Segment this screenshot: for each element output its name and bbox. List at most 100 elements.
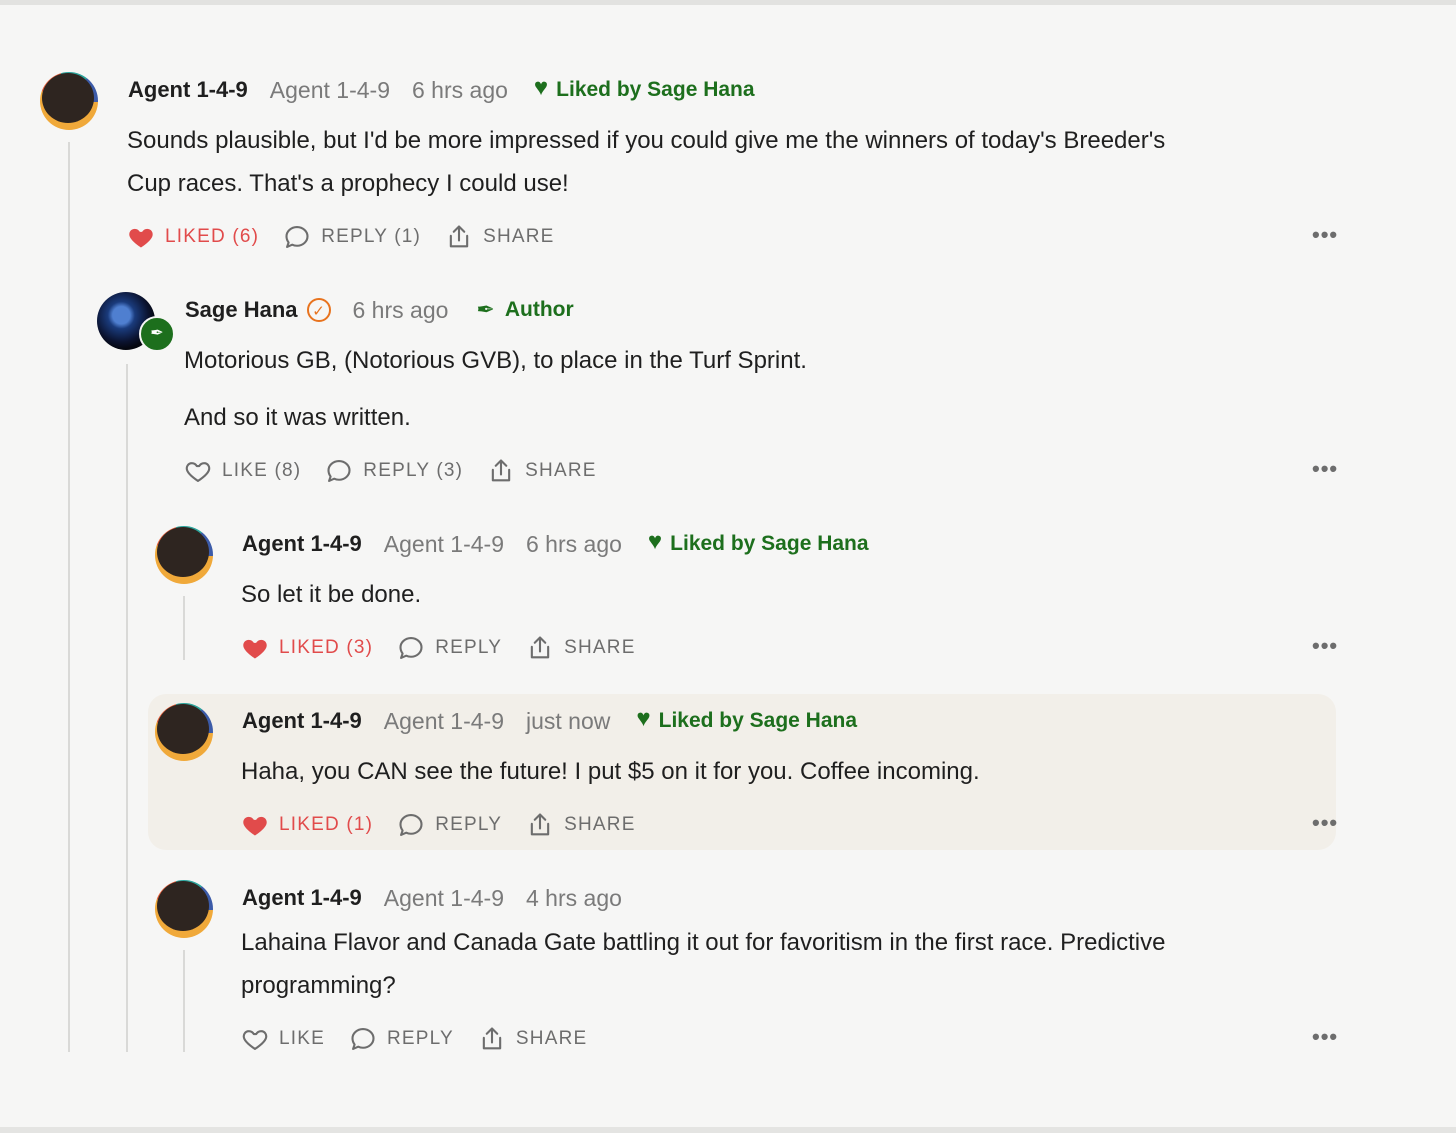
comment-actions: LIKED (3) REPLY SHARE (241, 632, 660, 664)
comment-timestamp[interactable]: 4 hrs ago (526, 885, 622, 912)
more-options-button[interactable]: ••• (1312, 1024, 1338, 1050)
thread-line-comment-5 (183, 950, 185, 1052)
commenter-handle[interactable]: Agent 1-4-9 (384, 885, 504, 912)
comment-text: Haha, you CAN see the future! I put $5 o… (241, 758, 980, 785)
reply-button[interactable]: REPLY (397, 634, 502, 662)
commenter-handle[interactable]: Agent 1-4-9 (384, 531, 504, 558)
comment-text: Sounds plausible, but I'd be more impres… (127, 127, 1166, 154)
comment-header: Agent 1-4-9 Agent 1-4-9 6 hrs ago ♥ Like… (242, 526, 869, 562)
share-button[interactable]: SHARE (487, 457, 596, 485)
reply-label: REPLY (387, 1028, 454, 1049)
comment-text: Lahaina Flavor and Canada Gate battling … (241, 929, 1166, 956)
comment-timestamp[interactable]: just now (526, 708, 610, 735)
comment-header: Agent 1-4-9 Agent 1-4-9 4 hrs ago (242, 880, 622, 916)
top-divider (0, 0, 1456, 5)
speech-bubble-icon (351, 1028, 375, 1050)
comment-header: Agent 1-4-9 Agent 1-4-9 6 hrs ago ♥ Like… (128, 72, 755, 108)
comment-text: Motorious GB, (Notorious GVB), to place … (184, 347, 807, 374)
share-icon (530, 636, 550, 659)
comment-timestamp[interactable]: 6 hrs ago (412, 77, 508, 104)
share-button[interactable]: SHARE (526, 811, 635, 839)
commenter-handle[interactable]: Agent 1-4-9 (270, 77, 390, 104)
avatar[interactable] (155, 526, 213, 584)
comment-body: Haha, you CAN see the future! I put $5 o… (241, 750, 1321, 793)
liked-by-label: Liked by Sage Hana (658, 709, 858, 732)
like-label: LIKE (279, 1028, 325, 1049)
like-label: LIKED (1) (279, 814, 374, 835)
like-button[interactable]: LIKED (1) (241, 811, 373, 839)
reply-button[interactable]: REPLY (3) (325, 457, 463, 485)
reply-label: REPLY (435, 814, 503, 835)
more-options-button[interactable]: ••• (1312, 456, 1338, 482)
share-button[interactable]: SHARE (478, 1025, 587, 1053)
reply-button[interactable]: REPLY (1) (283, 223, 421, 251)
liked-by-author: ♥ Liked by Sage Hana (636, 705, 858, 735)
commenter-name[interactable]: Agent 1-4-9 (242, 531, 362, 557)
avatar[interactable] (155, 703, 213, 761)
more-options-button[interactable]: ••• (1312, 222, 1338, 248)
heart-icon: ♥ (636, 705, 651, 732)
share-label: SHARE (564, 814, 636, 835)
share-label: SHARE (483, 226, 555, 247)
heart-filled-icon (129, 228, 153, 248)
heart-outline-icon (185, 462, 211, 482)
like-label: LIKE (8) (222, 460, 302, 481)
heart-filled-icon (243, 639, 267, 659)
share-icon (482, 1027, 502, 1050)
comment-header: Agent 1-4-9 Agent 1-4-9 just now ♥ Liked… (242, 703, 857, 739)
comment-text: Cup races. That's a prophecy I could use… (127, 170, 569, 197)
liked-by-author: ♥ Liked by Sage Hana (533, 74, 755, 104)
thread-line-level-2 (126, 364, 128, 1052)
share-icon (530, 813, 550, 836)
liked-by-label: Liked by Sage Hana (556, 78, 755, 101)
reply-label: REPLY (1) (321, 226, 422, 247)
comment-body: Sounds plausible, but I'd be more impres… (127, 119, 1367, 205)
fountain-pen-icon: ✒ (476, 297, 495, 322)
avatar[interactable] (40, 72, 98, 130)
author-tag: ✒ Author (476, 297, 573, 323)
like-label: LIKED (6) (165, 226, 260, 247)
commenter-name[interactable]: Sage Hana (185, 297, 298, 323)
share-button[interactable]: SHARE (526, 634, 635, 662)
like-button[interactable]: LIKED (6) (127, 223, 259, 251)
heart-filled-icon (243, 816, 267, 836)
like-button[interactable]: LIKED (3) (241, 634, 373, 662)
comment-body: Lahaina Flavor and Canada Gate battling … (241, 921, 1331, 1007)
share-label: SHARE (564, 637, 636, 658)
author-pen-badge-icon: ✒ (139, 316, 175, 352)
comment-text: And so it was written. (184, 404, 411, 431)
heart-icon: ♥ (533, 74, 549, 101)
commenter-name[interactable]: Agent 1-4-9 (128, 77, 248, 103)
author-label: Author (504, 298, 574, 321)
comment-text: So let it be done. (241, 581, 422, 608)
comment-text: programming? (241, 972, 396, 999)
bottom-divider (0, 1127, 1456, 1133)
like-button[interactable]: LIKE (241, 1025, 325, 1053)
comment-body: Motorious GB, (Notorious GVB), to place … (184, 339, 1334, 439)
speech-bubble-icon (327, 460, 351, 482)
comment-header: Sage Hana ✓ 6 hrs ago ✒ Author (185, 292, 574, 328)
commenter-handle[interactable]: Agent 1-4-9 (384, 708, 504, 735)
reply-button[interactable]: REPLY (349, 1025, 454, 1053)
comment-timestamp[interactable]: 6 hrs ago (526, 531, 622, 558)
comment-actions: LIKE (8) REPLY (3) SHARE (184, 455, 621, 487)
avatar[interactable] (155, 880, 213, 938)
reply-label: REPLY (435, 637, 503, 658)
share-icon (449, 225, 469, 248)
reply-button[interactable]: REPLY (397, 811, 502, 839)
share-label: SHARE (525, 460, 597, 481)
thread-line-level-1 (68, 142, 70, 1052)
liked-by-label: Liked by Sage Hana (670, 532, 869, 555)
comment-timestamp[interactable]: 6 hrs ago (353, 297, 449, 324)
share-button[interactable]: SHARE (445, 223, 554, 251)
speech-bubble-icon (399, 814, 423, 836)
like-button[interactable]: LIKE (8) (184, 457, 301, 485)
liked-by-author: ♥ Liked by Sage Hana (648, 528, 869, 558)
commenter-name[interactable]: Agent 1-4-9 (242, 708, 362, 734)
like-label: LIKED (3) (279, 637, 374, 658)
heart-outline-icon (242, 1030, 268, 1050)
comment-actions: LIKE REPLY SHARE (241, 1023, 611, 1055)
commenter-name[interactable]: Agent 1-4-9 (242, 885, 362, 911)
more-options-button[interactable]: ••• (1312, 810, 1338, 836)
more-options-button[interactable]: ••• (1312, 633, 1338, 659)
